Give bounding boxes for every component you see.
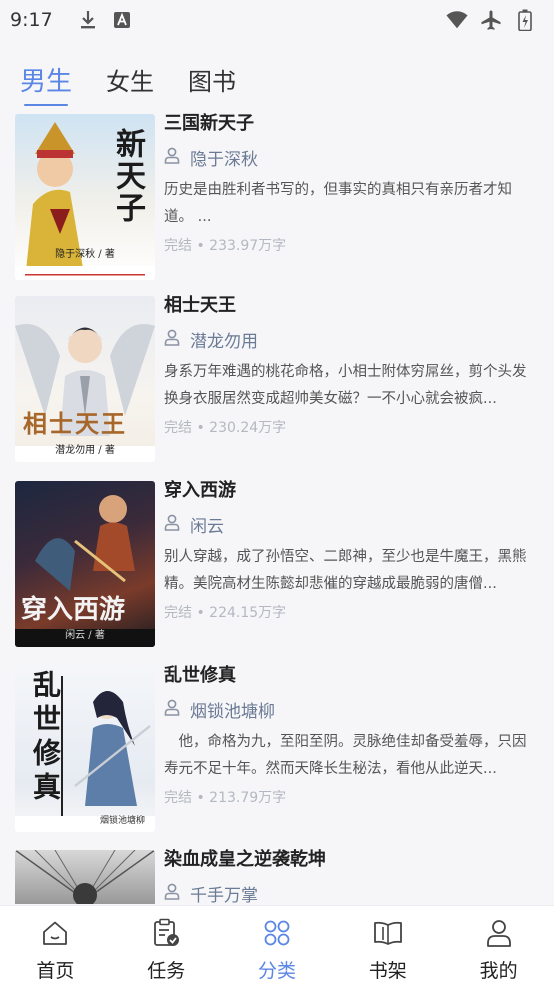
book-word-count: 213.79万字 [209,790,287,806]
book-cover[interactable] [15,850,155,904]
list-item[interactable]: 穿入西游 闲云 / 著 穿入西游 闲云 别人穿越，成了孙悟空、二郎神，至少也是牛… [0,479,554,649]
book-description: 别人穿越，成了孙悟空、二郎神，至少也是牛魔王，黑熊精。美院高材生陈懿却悲催的穿越… [164,549,527,592]
book-author-row: 闲云 [164,513,540,537]
list-item[interactable]: 乱世修真 烟锁池塘柳 乱世修真 烟锁池塘柳 他，命格为九，至阳至阴。灵脉绝佳却备… [0,664,554,834]
book-description: 他，命格为九，至阳至阴。灵脉绝佳却备受羞辱，只因寿元不足十年。然而天降长生秘法，… [164,734,527,777]
nav-bookshelf[interactable]: 书架 [332,906,443,984]
category-icon [262,918,292,948]
cover-title: 新天子 [110,128,145,224]
book-info: 乱世修真 烟锁池塘柳 他，命格为九，至阳至阴。灵脉绝佳却备受羞辱，只因寿元不足十… [164,664,540,807]
cover-title: 相士天王 [23,409,127,438]
book-info: 三国新天子 隐于深秋 历史是由胜利者书写的，但事实的真相只有亲历者才知道。 ..… [164,112,540,255]
category-tabs: 男生 女生 图书 [0,60,554,110]
book-cover[interactable]: 乱世修真 烟锁池塘柳 [15,666,155,832]
meta-separator: • [196,238,210,254]
a-icon [111,9,133,31]
tab-female[interactable]: 女生 [104,60,156,104]
book-cover[interactable]: 新天子 隐于深秋 / 著 [15,114,155,280]
book-author-row: 潜龙勿用 [164,328,540,352]
book-author-row: 千手万掌 [164,882,540,904]
profile-icon [484,918,514,948]
book-word-count: 233.97万字 [209,238,287,254]
book-status: 完结 [164,420,192,436]
list-item[interactable]: 相士天王 潜龙勿用 / 著 相士天王 潜龙勿用 身系万年难遇的桃花命格，小相士附… [0,294,554,464]
book-status: 完结 [164,238,192,254]
cover-author: 潜龙勿用 / 著 [55,445,115,456]
person-icon [164,883,180,904]
person-icon [164,147,180,168]
cover-author: 烟锁池塘柳 [99,816,145,826]
nav-label: 分类 [257,960,296,982]
person-icon [164,514,180,535]
nav-profile[interactable]: 我的 [443,906,554,984]
book-info: 染血成皇之逆袭乾坤 千手万掌 [164,848,540,904]
cover-author: 隐于深秋 / 著 [55,249,115,260]
tab-books[interactable]: 图书 [186,60,238,104]
list-item[interactable]: 染血成皇之逆袭乾坤 千手万掌 [0,848,554,904]
book-meta: 完结 • 213.79万字 [164,787,540,807]
book-title: 三国新天子 [164,113,254,134]
bottom-nav: 首页 任务 分类 书架 我的 [0,905,554,984]
status-time: 9:17 [10,9,53,31]
nav-home[interactable]: 首页 [0,906,111,984]
book-title: 穿入西游 [164,480,236,501]
book-info: 穿入西游 闲云 别人穿越，成了孙悟空、二郎神，至少也是牛魔王，黑熊精。美院高材生… [164,479,540,622]
book-description: 历史是由胜利者书写的，但事实的真相只有亲历者才知道。 ... [164,182,512,225]
bookshelf-icon [373,918,403,948]
cover-title: 穿入西游 [21,595,126,625]
meta-separator: • [196,420,210,436]
person-icon [164,329,180,350]
book-word-count: 224.15万字 [209,605,287,621]
book-word-count: 230.24万字 [209,420,287,436]
book-author-row: 烟锁池塘柳 [164,698,540,722]
book-author: 隐于深秋 [190,149,258,170]
nav-label: 我的 [479,960,518,982]
meta-separator: • [196,605,210,621]
download-icon [77,9,99,31]
book-meta: 完结 • 224.15万字 [164,602,540,622]
book-meta: 完结 • 230.24万字 [164,417,540,437]
nav-task[interactable]: 任务 [111,906,222,984]
book-author: 千手万掌 [190,885,258,905]
home-icon [40,918,70,948]
book-cover[interactable]: 穿入西游 闲云 / 著 [15,481,155,647]
nav-label: 书架 [368,960,407,982]
book-author: 潜龙勿用 [190,331,258,352]
cover-title: 乱世修真 [29,670,62,806]
list-item[interactable]: 新天子 隐于深秋 / 著 三国新天子 隐于深秋 历史是由胜利者书写的，但事实的真… [0,112,554,282]
status-bar: 9:17 [0,0,554,40]
airplane-icon [480,9,502,31]
book-title: 染血成皇之逆袭乾坤 [164,849,326,870]
tab-male[interactable]: 男生 [18,60,74,106]
book-meta: 完结 • 233.97万字 [164,235,540,255]
book-status: 完结 [164,605,192,621]
wifi-icon [446,9,468,31]
book-list[interactable]: 新天子 隐于深秋 / 著 三国新天子 隐于深秋 历史是由胜利者书写的，但事实的真… [0,112,554,904]
book-cover[interactable]: 相士天王 潜龙勿用 / 著 [15,296,155,462]
cover-author: 闲云 / 著 [65,630,105,641]
book-author: 烟锁池塘柳 [190,701,275,722]
battery-icon [514,9,536,31]
book-description: 身系万年难遇的桃花命格，小相士附体穷屌丝，剪个头发换身衣服居然变成超帅美女磁？一… [164,364,527,407]
person-icon [164,699,180,720]
book-title: 乱世修真 [164,665,236,686]
nav-label: 首页 [36,960,75,982]
nav-category[interactable]: 分类 [222,906,333,984]
book-author-row: 隐于深秋 [164,146,540,170]
book-title: 相士天王 [164,295,236,316]
book-info: 相士天王 潜龙勿用 身系万年难遇的桃花命格，小相士附体穷屌丝，剪个头发换身衣服居… [164,294,540,437]
nav-label: 任务 [147,960,186,982]
task-icon [151,918,181,948]
meta-separator: • [196,790,210,806]
book-author: 闲云 [190,516,224,537]
book-status: 完结 [164,790,192,806]
